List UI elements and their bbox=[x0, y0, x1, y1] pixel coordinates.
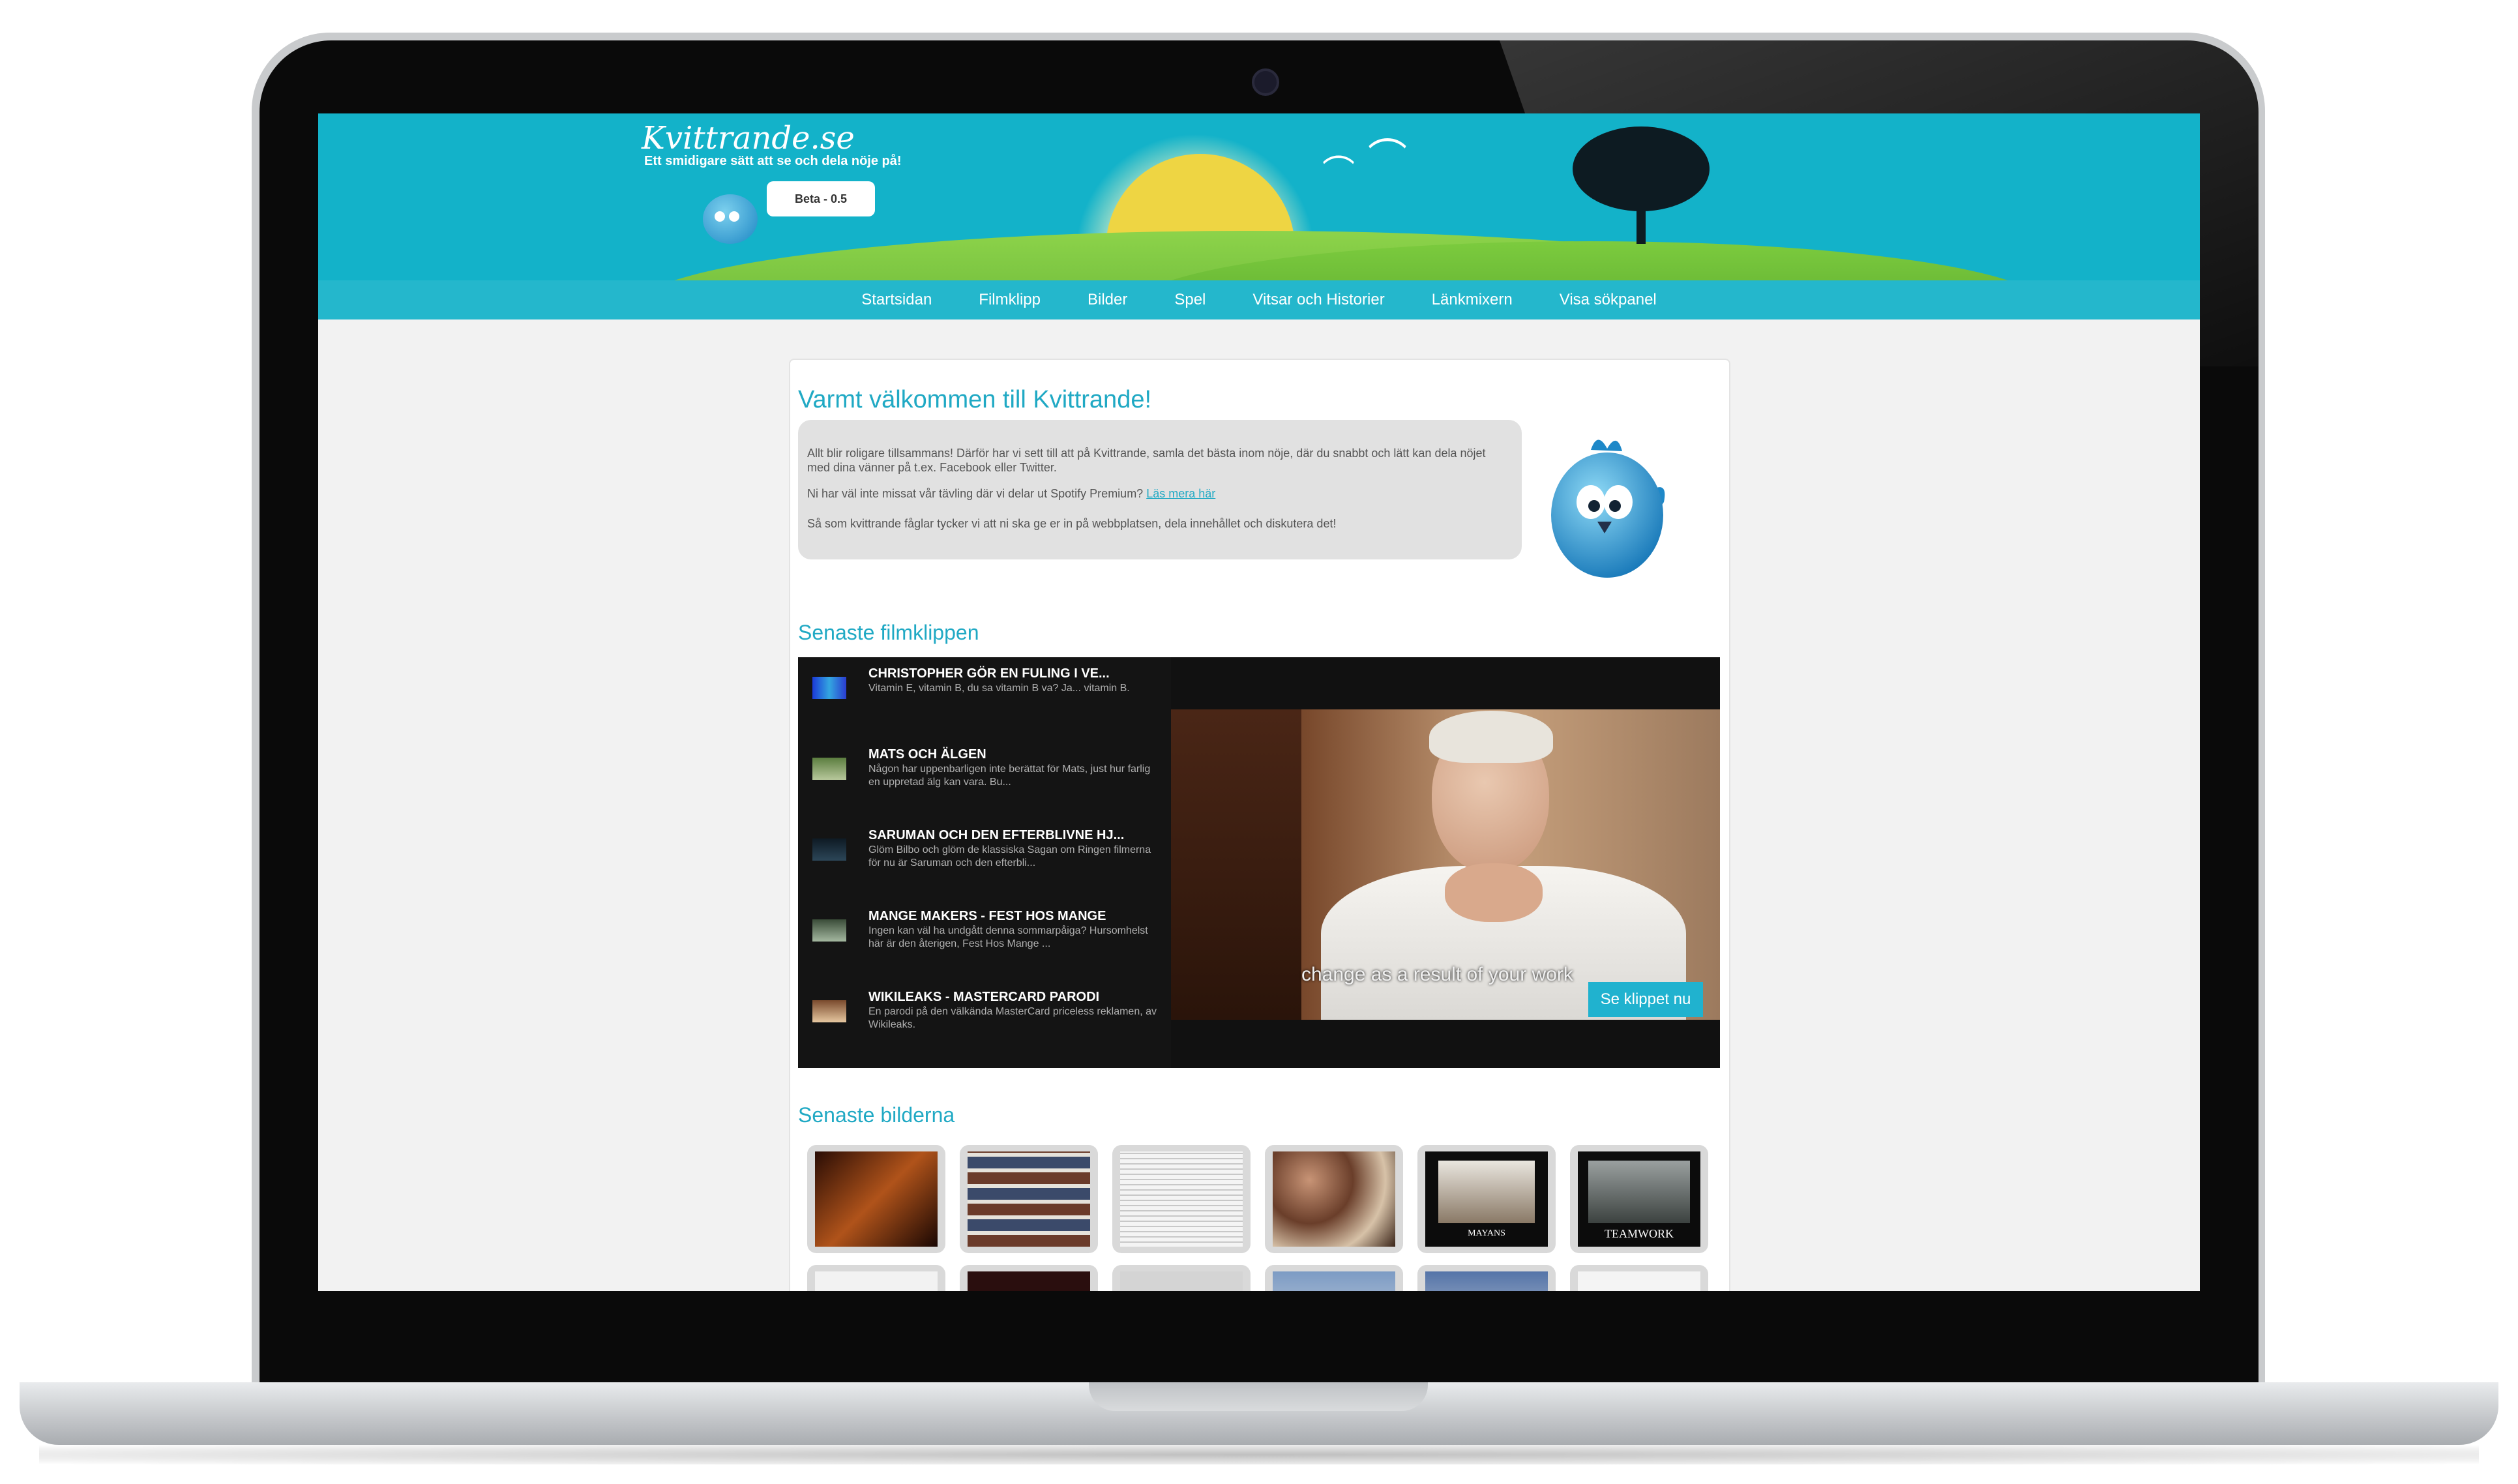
welcome-text-1: Allt blir roligare tillsammans! Därför h… bbox=[807, 447, 1486, 474]
tree-icon bbox=[1573, 126, 1710, 211]
welcome-text-2: Ni har väl inte missat vår tävling där v… bbox=[807, 486, 1511, 501]
image-thumbnail: MAYANS bbox=[1425, 1151, 1548, 1247]
image-tile[interactable] bbox=[960, 1145, 1098, 1253]
videos-heading: Senaste filmklippen bbox=[798, 621, 979, 644]
image-tile[interactable] bbox=[807, 1145, 945, 1253]
nav-startsidan[interactable]: Startsidan bbox=[838, 280, 955, 319]
site-logo[interactable]: Kvittrande.se bbox=[642, 120, 855, 156]
video-thumbnail bbox=[812, 838, 846, 861]
nav-lankmixern[interactable]: Länkmixern bbox=[1408, 280, 1536, 319]
video-thumbnail bbox=[812, 758, 846, 780]
image-thumbnail bbox=[1425, 1271, 1548, 1291]
bird-mascot-large-icon bbox=[1551, 439, 1665, 578]
image-caption: TEAMWORK bbox=[1605, 1227, 1674, 1240]
camera-icon bbox=[1252, 68, 1279, 96]
watch-clip-button[interactable]: Se klippet nu bbox=[1588, 982, 1703, 1017]
image-thumbnail bbox=[815, 1271, 938, 1291]
image-tile[interactable] bbox=[807, 1265, 945, 1291]
video-widget: CHRISTOPHER GÖR EN FULING I VE... Vitami… bbox=[798, 657, 1720, 1068]
image-thumbnail bbox=[968, 1151, 1090, 1247]
images-heading: Senaste bilderna bbox=[798, 1103, 955, 1127]
image-thumbnail bbox=[1578, 1271, 1700, 1291]
image-tile[interactable]: TEAMWORK bbox=[1570, 1145, 1708, 1253]
nav-bilder[interactable]: Bilder bbox=[1064, 280, 1151, 319]
beta-badge: Beta - 0.5 bbox=[767, 181, 875, 216]
image-thumbnail bbox=[1273, 1151, 1395, 1247]
image-thumbnail bbox=[968, 1271, 1090, 1291]
video-description: Någon har uppenbarligen inte berättat fö… bbox=[868, 764, 1151, 788]
video-thumbnail bbox=[812, 919, 846, 942]
image-thumbnail bbox=[1273, 1271, 1395, 1291]
video-thumbnail bbox=[812, 677, 846, 699]
site-tagline: Ett smidigare sätt att se och dela nöje … bbox=[644, 154, 902, 168]
image-tile[interactable] bbox=[1265, 1145, 1403, 1253]
video-description: Vitamin E, vitamin B, du sa vitamin B va… bbox=[868, 683, 1130, 694]
video-list-item[interactable]: CHRISTOPHER GÖR EN FULING I VE... Vitami… bbox=[798, 657, 1171, 735]
read-more-link[interactable]: Läs mera här bbox=[1146, 487, 1215, 500]
video-title: SARUMAN OCH DEN EFTERBLIVNE HJ... bbox=[868, 828, 1125, 842]
image-art bbox=[1438, 1161, 1535, 1223]
welcome-text-2-body: Ni har väl inte missat vår tävling där v… bbox=[807, 487, 1144, 500]
image-tile[interactable]: MAYANS bbox=[1417, 1145, 1556, 1253]
seagull-icon: ⌒ bbox=[1368, 136, 1407, 180]
nav-sokpanel[interactable]: Visa sökpanel bbox=[1536, 280, 1680, 319]
video-title: CHRISTOPHER GÖR EN FULING I VE... bbox=[868, 666, 1110, 681]
laptop-notch bbox=[1089, 1382, 1428, 1411]
site-banner: ⌒ ⌒ Kvittrande.se Ett smidigare sätt att… bbox=[318, 113, 2200, 280]
video-list-item[interactable]: MANGE MAKERS - FEST HOS MANGE Ingen kan … bbox=[798, 900, 1171, 978]
video-list: CHRISTOPHER GÖR EN FULING I VE... Vitami… bbox=[798, 657, 1171, 1068]
nav-filmklipp[interactable]: Filmklipp bbox=[955, 280, 1064, 319]
image-tile[interactable] bbox=[1112, 1145, 1251, 1253]
video-list-item[interactable]: SARUMAN OCH DEN EFTERBLIVNE HJ... Glöm B… bbox=[798, 819, 1171, 897]
nav-spel[interactable]: Spel bbox=[1151, 280, 1229, 319]
image-tile[interactable] bbox=[1417, 1265, 1556, 1291]
video-subtitle: change as a result of your work bbox=[1301, 964, 1573, 985]
video-thumbnail bbox=[812, 1000, 846, 1022]
video-person-hands bbox=[1445, 863, 1543, 922]
seagull-icon: ⌒ bbox=[1322, 154, 1355, 190]
image-tile[interactable] bbox=[1112, 1265, 1251, 1291]
nav-vitsar[interactable]: Vitsar och Historier bbox=[1229, 280, 1408, 319]
video-title: WIKILEAKS - MASTERCARD PARODI bbox=[868, 990, 1100, 1004]
welcome-text-3: Så som kvittrande fåglar tycker vi att n… bbox=[807, 517, 1337, 530]
main-nav: Startsidan Filmklipp Bilder Spel Vitsar … bbox=[318, 280, 2200, 319]
bird-mascot-icon bbox=[703, 194, 758, 244]
image-tile[interactable] bbox=[1570, 1265, 1708, 1291]
video-list-item[interactable]: MATS OCH ÄLGEN Någon har uppenbarligen i… bbox=[798, 738, 1171, 816]
image-tile[interactable] bbox=[1265, 1265, 1403, 1291]
laptop-screen: ⌒ ⌒ Kvittrande.se Ett smidigare sätt att… bbox=[318, 113, 2200, 1291]
laptop-shadow bbox=[39, 1445, 2479, 1464]
image-thumbnail bbox=[1120, 1151, 1243, 1247]
video-person-hair bbox=[1429, 711, 1553, 763]
video-title: MATS OCH ÄLGEN bbox=[868, 747, 986, 762]
welcome-title: Varmt välkommen till Kvittrande! bbox=[798, 386, 1152, 413]
image-caption: MAYANS bbox=[1468, 1228, 1505, 1238]
image-thumbnail: TEAMWORK bbox=[1578, 1151, 1700, 1247]
image-thumbnail bbox=[1120, 1271, 1243, 1291]
video-description: Ingen kan väl ha undgått denna sommarpåi… bbox=[868, 925, 1148, 949]
video-description: En parodi på den välkända MasterCard pri… bbox=[868, 1006, 1157, 1030]
video-title: MANGE MAKERS - FEST HOS MANGE bbox=[868, 909, 1106, 923]
image-art bbox=[1588, 1161, 1690, 1223]
video-list-item[interactable]: WIKILEAKS - MASTERCARD PARODI En parodi … bbox=[798, 981, 1171, 1059]
video-description: Glöm Bilbo och glöm de klassiska Sagan o… bbox=[868, 844, 1151, 868]
welcome-box: Allt blir roligare tillsammans! Därför h… bbox=[798, 420, 1522, 559]
video-background bbox=[1171, 709, 1301, 1020]
video-player[interactable]: change as a result of your work Se klipp… bbox=[1171, 709, 1720, 1020]
image-tile[interactable] bbox=[960, 1265, 1098, 1291]
image-thumbnail bbox=[815, 1151, 938, 1247]
